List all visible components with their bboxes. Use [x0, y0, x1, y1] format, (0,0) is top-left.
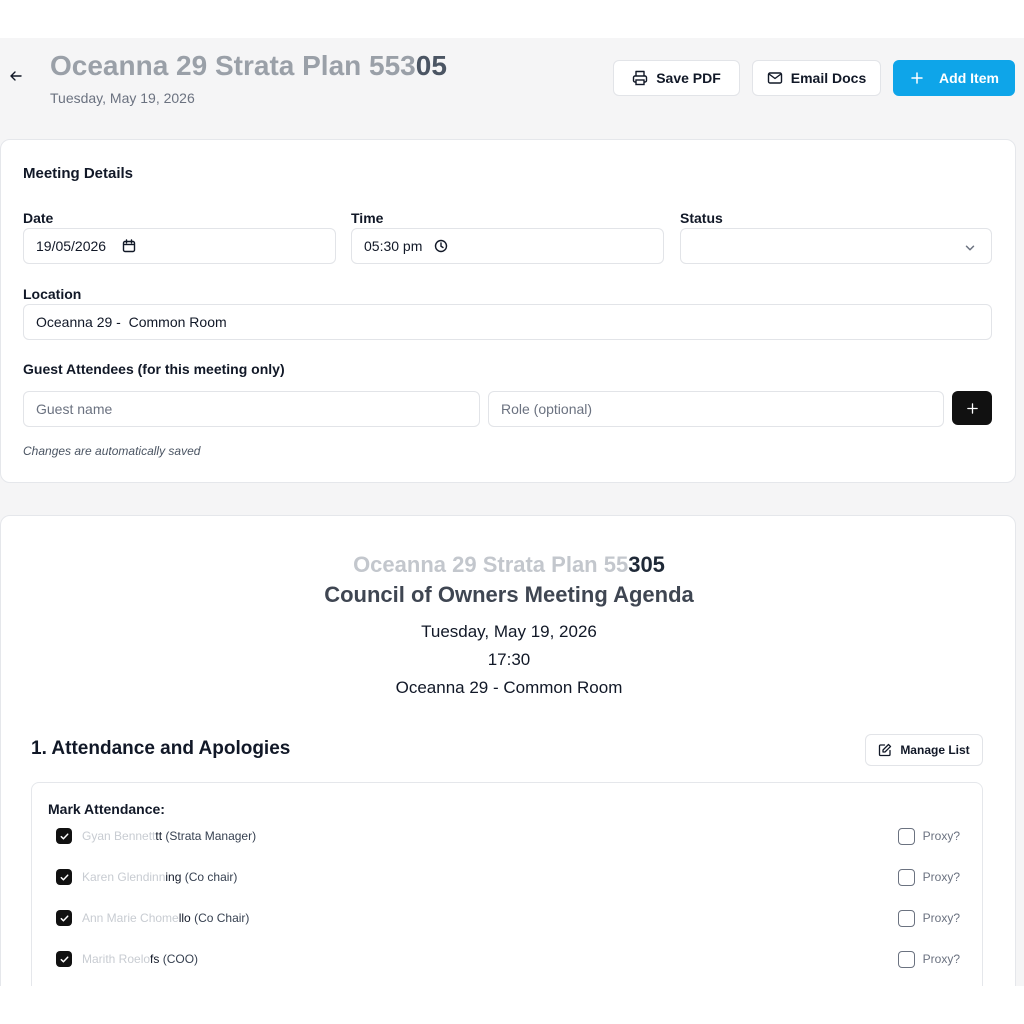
mark-attendance-title: Mark Attendance: [48, 801, 165, 817]
guest-role-input[interactable]: Role (optional) [488, 391, 944, 427]
location-label: Location [23, 286, 82, 302]
page-title-strong: 05 [415, 50, 447, 81]
page: Oceanna 29 Strata Plan 55305 Tuesday, Ma… [0, 0, 1024, 1024]
printer-icon [633, 70, 648, 86]
save-pdf-label: Save PDF [656, 70, 721, 86]
attendee-name: Marith Roelofs (COO) [82, 952, 199, 966]
meeting-details-card: Meeting Details Date 19/05/2026 Time 05:… [0, 139, 1016, 483]
proxy-checkbox[interactable] [897, 950, 915, 968]
status-label: Status [680, 210, 723, 226]
location-input[interactable]: Oceanna 29 - Common Room [23, 304, 992, 340]
agenda-building-name: Oceanna 29 Strata Plan 55305 [1, 552, 1017, 578]
time-value: 05:30 pm [364, 238, 423, 254]
app-container: Oceanna 29 Strata Plan 55305 Tuesday, Ma… [0, 38, 1024, 986]
check-icon [60, 914, 68, 922]
agenda-location: Oceanna 29 - Common Room [395, 678, 623, 697]
add-guest-button[interactable] [952, 391, 992, 425]
guest-name-placeholder: Guest name [36, 401, 113, 417]
arrow-left-icon [10, 71, 22, 81]
agenda-date: Tuesday, May 19, 2026 [421, 622, 597, 641]
date-input[interactable]: 19/05/2026 [23, 228, 336, 264]
attendance-checkbox[interactable] [56, 910, 72, 926]
agenda-time: 17:30 [487, 650, 531, 669]
proxy-toggle[interactable]: Proxy? [897, 868, 960, 886]
proxy-label: Proxy? [922, 911, 960, 925]
proxy-label: Proxy? [922, 952, 960, 966]
check-icon [60, 955, 68, 963]
page-title: Oceanna 29 Strata Plan 55305 [50, 50, 447, 82]
date-value: 19/05/2026 [36, 238, 107, 254]
proxy-label: Proxy? [922, 829, 960, 843]
calendar-icon[interactable] [122, 239, 136, 253]
manage-list-label: Manage List [900, 743, 970, 757]
proxy-checkbox[interactable] [897, 909, 915, 927]
meeting-details-title: Meeting Details [23, 165, 134, 182]
proxy-checkbox[interactable] [897, 827, 915, 845]
manage-list-button[interactable]: Manage List [865, 734, 983, 766]
agenda-item-heading: 1. Attendance and Apologies [31, 738, 291, 759]
attendee-row: Ann Marie Chomello (Co Chair) Proxy? [56, 908, 960, 928]
date-label: Date [23, 210, 54, 226]
page-subtitle-date: Tuesday, May 19, 2026 [50, 90, 195, 106]
check-icon [60, 873, 68, 881]
status-select[interactable] [680, 228, 992, 264]
proxy-toggle[interactable]: Proxy? [897, 909, 960, 927]
agenda-title: Council of Owners Meeting Agenda [324, 582, 694, 607]
mail-icon [767, 72, 782, 84]
proxy-toggle[interactable]: Proxy? [897, 950, 960, 968]
proxy-label: Proxy? [922, 870, 960, 884]
attendee-row: Gyan Bennetttt (Strata Manager) Proxy? [56, 826, 960, 846]
back-button[interactable] [8, 66, 24, 86]
save-pdf-button[interactable]: Save PDF [613, 60, 740, 96]
add-item-label: Add Item [939, 70, 999, 86]
location-value: Oceanna 29 - Common Room [36, 314, 227, 330]
guest-role-placeholder: Role (optional) [501, 401, 593, 417]
attendee-name: Ann Marie Chomello (Co Chair) [82, 911, 250, 925]
attendee-row: Marith Roelofs (COO) Proxy? [56, 949, 960, 969]
agenda-building-faded: Oceanna 29 Strata Plan 55 [353, 552, 629, 577]
attendee-name: Karen Glendinning (Co chair) [82, 870, 238, 884]
chevron-down-icon [965, 245, 975, 251]
attendee-row: Karen Glendinning (Co chair) Proxy? [56, 867, 960, 887]
attendee-name: Gyan Bennetttt (Strata Manager) [82, 829, 257, 843]
autosave-note: Changes are automatically saved [23, 444, 201, 458]
email-docs-label: Email Docs [790, 70, 867, 86]
check-icon [60, 832, 68, 840]
attendance-panel: Mark Attendance: Gyan Bennetttt (Strata … [31, 782, 983, 986]
proxy-checkbox[interactable] [897, 868, 915, 886]
guest-name-input[interactable]: Guest name [23, 391, 480, 427]
attendance-checkbox[interactable] [56, 951, 72, 967]
add-item-button[interactable]: Add Item [893, 60, 1015, 96]
page-title-faded: Oceanna 29 Strata Plan 553 [50, 50, 416, 81]
plus-icon [966, 402, 978, 414]
guest-attendees-label: Guest Attendees (for this meeting only) [23, 361, 285, 377]
edit-icon [879, 743, 892, 757]
plus-icon [911, 72, 923, 84]
attendance-checkbox[interactable] [56, 869, 72, 885]
clock-icon[interactable] [434, 239, 448, 253]
time-label: Time [351, 210, 384, 226]
time-input[interactable]: 05:30 pm [351, 228, 664, 264]
attendance-checkbox[interactable] [56, 828, 72, 844]
email-docs-button[interactable]: Email Docs [752, 60, 881, 96]
proxy-toggle[interactable]: Proxy? [897, 827, 960, 845]
agenda-card: Oceanna 29 Strata Plan 55305 Council of … [0, 515, 1016, 986]
agenda-building-strong: 305 [628, 552, 665, 577]
